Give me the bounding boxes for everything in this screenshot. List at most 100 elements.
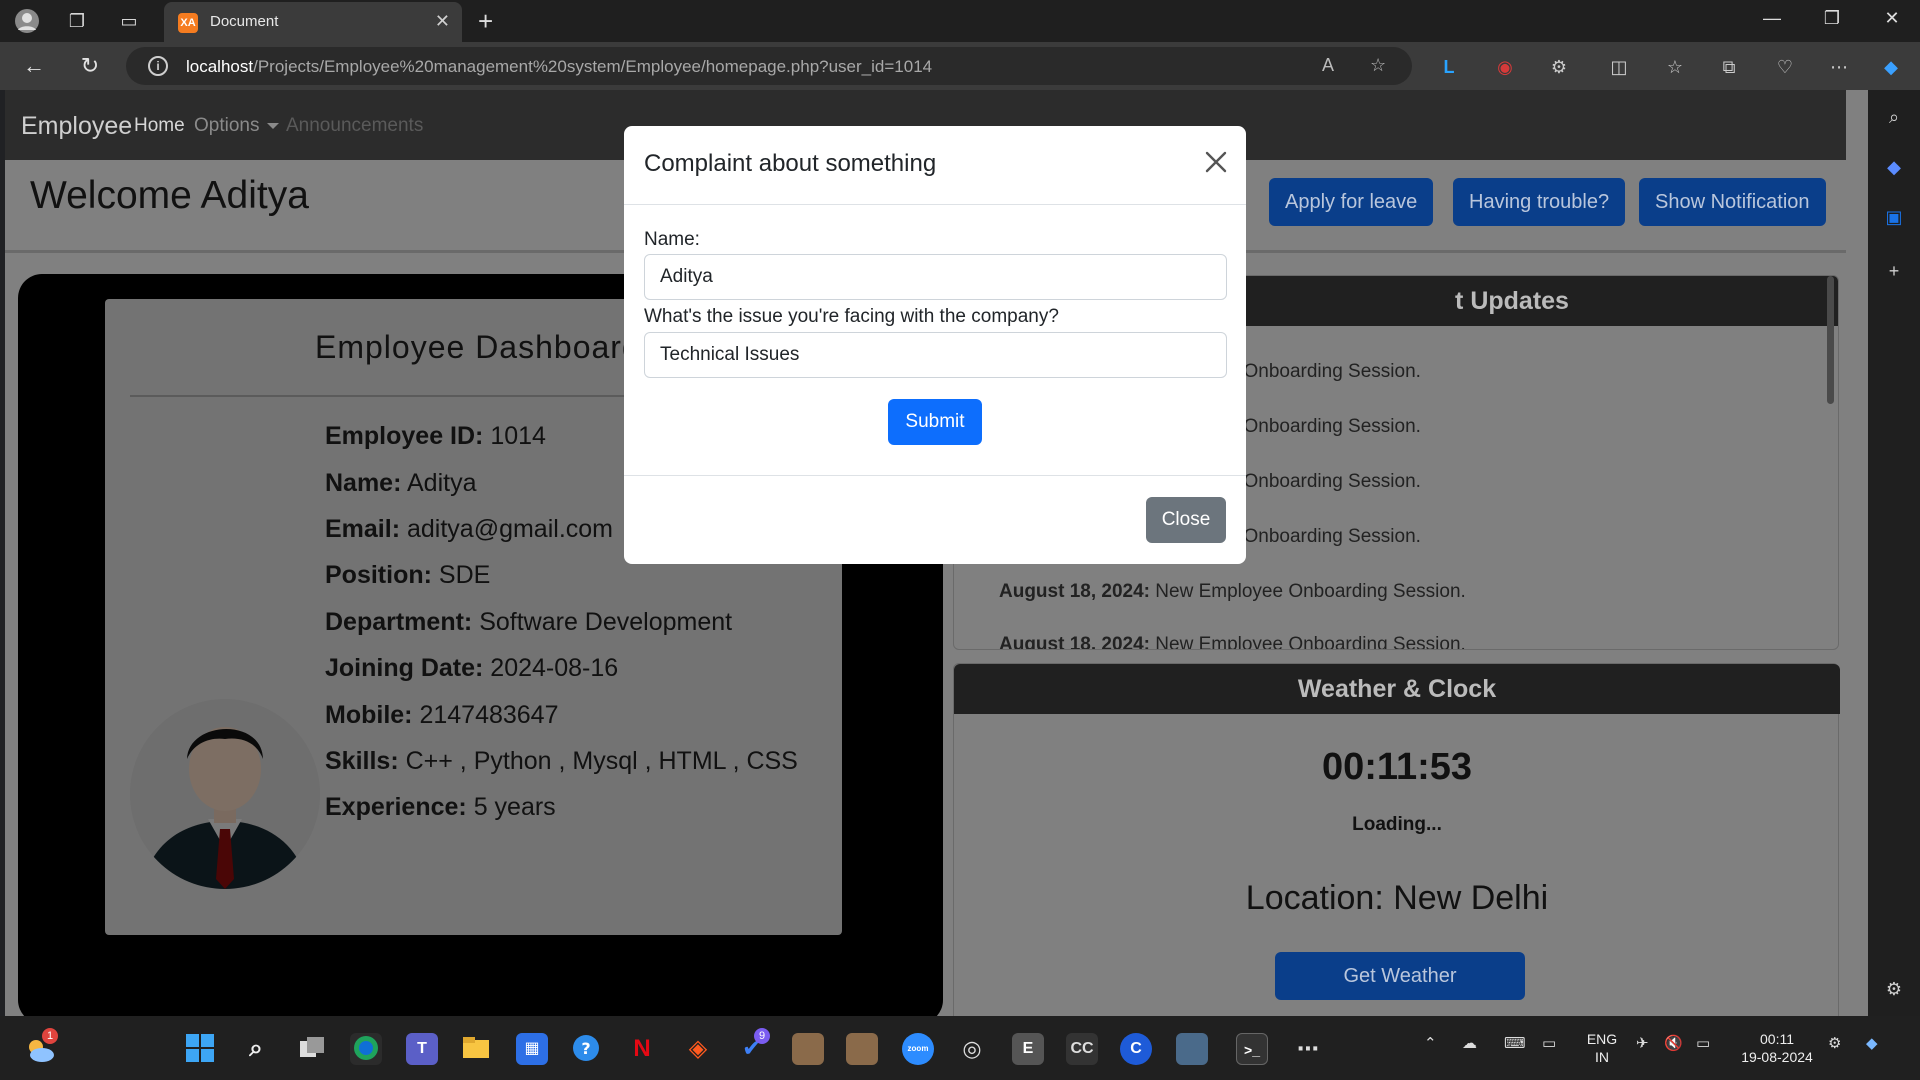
capcut-icon[interactable]: CC <box>1066 1033 1098 1065</box>
teams-icon[interactable]: T <box>406 1033 438 1065</box>
name-label: Name: <box>644 229 700 250</box>
task-view-icon[interactable] <box>296 1033 328 1065</box>
ms-store-icon[interactable]: ▦ <box>516 1033 548 1065</box>
dropdown-caret-icon <box>267 122 280 129</box>
navbar-brand[interactable]: Employee <box>21 112 132 141</box>
new-tab-icon[interactable]: + <box>478 6 493 37</box>
copilot-taskbar-icon[interactable]: ◆ <box>1866 1034 1878 1052</box>
profile-icon[interactable] <box>14 8 40 34</box>
search-icon[interactable]: ⌕ <box>240 1033 272 1065</box>
refresh-icon[interactable]: ↻ <box>76 52 104 80</box>
settings-gear-icon[interactable]: ⚙ <box>1881 976 1907 1002</box>
zoom-icon[interactable]: zoom <box>902 1033 934 1065</box>
url-bar[interactable]: i localhost/Projects/Employee%20manageme… <box>126 47 1412 85</box>
volume-muted-icon[interactable]: 🔇 <box>1664 1034 1683 1052</box>
battery-icon[interactable]: ▭ <box>1696 1034 1710 1052</box>
more-apps-icon[interactable]: ⋯ <box>1292 1033 1324 1065</box>
add-icon[interactable]: + <box>1881 258 1907 284</box>
more-menu-icon[interactable]: ⋯ <box>1828 56 1850 78</box>
modal-title: Complaint about something <box>644 150 937 177</box>
field-position: Position: SDE <box>325 561 491 589</box>
welcome-heading: Welcome Aditya <box>30 174 309 217</box>
display-icon[interactable]: ▭ <box>1542 1034 1556 1052</box>
onedrive-icon[interactable]: ☁ <box>1462 1034 1477 1052</box>
issue-label: What's the issue you're facing with the … <box>644 306 1059 327</box>
extension-record-icon[interactable]: ◉ <box>1494 56 1516 78</box>
employee-avatar <box>130 699 320 889</box>
issue-input[interactable]: Technical Issues <box>644 332 1227 378</box>
nav-options[interactable]: Options <box>194 115 280 137</box>
help-icon[interactable]: ? <box>570 1033 602 1065</box>
nav-announcements[interactable]: Announcements <box>286 115 423 137</box>
field-email: Email: aditya@gmail.com <box>325 515 613 543</box>
address-toolbar: ← ↻ i localhost/Projects/Employee%20mana… <box>0 42 1920 90</box>
nav-home[interactable]: Home <box>134 115 185 137</box>
name-input[interactable]: Aditya <box>644 254 1227 300</box>
terminal-icon[interactable]: >_ <box>1236 1033 1268 1065</box>
close-button[interactable]: Close <box>1146 497 1226 543</box>
complaint-modal: Complaint about something Name: Aditya W… <box>624 126 1246 564</box>
field-mobile: Mobile: 2147483647 <box>325 701 559 729</box>
tab-actions-icon[interactable]: ▭ <box>116 8 142 34</box>
modal-header-divider <box>624 204 1246 205</box>
copilot-icon[interactable]: ◆ <box>1880 56 1902 78</box>
close-window-icon[interactable]: ✕ <box>1872 8 1912 29</box>
get-weather-button[interactable]: Get Weather <box>1275 952 1525 1000</box>
updates-scrollbar[interactable] <box>1827 276 1834 404</box>
edge-sidebar: ⌕ ◆ ▣ + ⚙ <box>1868 90 1920 1016</box>
game-app-icon[interactable] <box>846 1033 878 1065</box>
show-notification-button[interactable]: Show Notification <box>1639 178 1826 226</box>
having-trouble-button[interactable]: Having trouble? <box>1453 178 1626 226</box>
browser-tab[interactable]: XA Document ✕ <box>164 2 462 42</box>
network-tool-icon[interactable] <box>1176 1033 1208 1065</box>
split-screen-icon[interactable]: ◫ <box>1608 56 1630 78</box>
field-skills: Skills: C++ , Python , Mysql , HTML , CS… <box>325 747 798 775</box>
keyboard-icon[interactable]: ⌨ <box>1504 1034 1526 1052</box>
browser-tab-strip: ❐ ▭ XA Document ✕ + — ❐ ✕ <box>0 0 1920 42</box>
edge-browser-icon[interactable] <box>350 1033 382 1065</box>
field-employee-id: Employee ID: 1014 <box>325 422 546 450</box>
field-department: Department: Software Development <box>325 608 733 636</box>
browser-essentials-icon[interactable]: ♡ <box>1774 56 1796 78</box>
site-info-icon[interactable]: i <box>148 56 168 76</box>
back-icon[interactable]: ← <box>20 52 48 80</box>
field-joining-date: Joining Date: 2024-08-16 <box>325 654 619 682</box>
modal-close-icon[interactable] <box>1202 148 1230 176</box>
clock-date[interactable]: 00:11 19-08-2024 <box>1732 1030 1822 1066</box>
brave-icon[interactable]: ◈ <box>682 1033 714 1065</box>
workspaces-icon[interactable]: ❐ <box>64 8 90 34</box>
netflix-icon[interactable]: N <box>626 1033 658 1065</box>
clock-display: 00:11:53 <box>1321 746 1472 788</box>
dashboard-title: Employee Dashboard <box>315 329 641 365</box>
read-aloud-icon[interactable]: A <box>1322 55 1334 76</box>
weather-location: Location: New Delhi <box>1245 879 1549 917</box>
game-app-icon[interactable] <box>792 1033 824 1065</box>
airplane-mode-icon[interactable]: ✈ <box>1636 1034 1649 1052</box>
extension-l-icon[interactable]: L <box>1438 56 1460 78</box>
extensions-icon[interactable]: ⚙ <box>1548 56 1570 78</box>
restore-icon[interactable]: ❐ <box>1812 8 1852 29</box>
favorite-star-icon[interactable]: ☆ <box>1370 55 1386 76</box>
apply-leave-button[interactable]: Apply for leave <box>1269 178 1434 226</box>
settings-icon[interactable]: ⚙ <box>1828 1034 1841 1052</box>
weather-clock-panel: Weather & Clock 00:11:53 Loading... Loca… <box>953 663 1840 1016</box>
language-indicator[interactable]: ENG IN <box>1584 1030 1620 1066</box>
weather-badge: 1 <box>42 1028 58 1044</box>
chevron-up-icon[interactable]: ⌃ <box>1424 1034 1437 1052</box>
favorites-icon[interactable]: ☆ <box>1664 56 1686 78</box>
outlook-icon[interactable]: ▣ <box>1881 204 1907 230</box>
app-e-icon[interactable]: E <box>1012 1033 1044 1065</box>
collections-icon[interactable]: ⧉ <box>1718 56 1740 78</box>
shopping-tag-icon[interactable]: ◆ <box>1881 154 1907 180</box>
url-text[interactable]: localhost/Projects/Employee%20management… <box>186 57 932 77</box>
app-c-icon[interactable]: C <box>1120 1033 1152 1065</box>
weather-heading: Weather & Clock <box>954 664 1840 714</box>
start-icon[interactable] <box>184 1033 216 1065</box>
close-tab-icon[interactable]: ✕ <box>435 11 450 32</box>
file-explorer-icon[interactable] <box>460 1033 492 1065</box>
submit-button[interactable]: Submit <box>888 399 982 445</box>
xampp-favicon-icon: XA <box>178 13 198 33</box>
minimize-icon[interactable]: — <box>1752 8 1792 29</box>
search-icon[interactable]: ⌕ <box>1881 104 1907 130</box>
vpn-icon[interactable]: ◎ <box>956 1033 988 1065</box>
